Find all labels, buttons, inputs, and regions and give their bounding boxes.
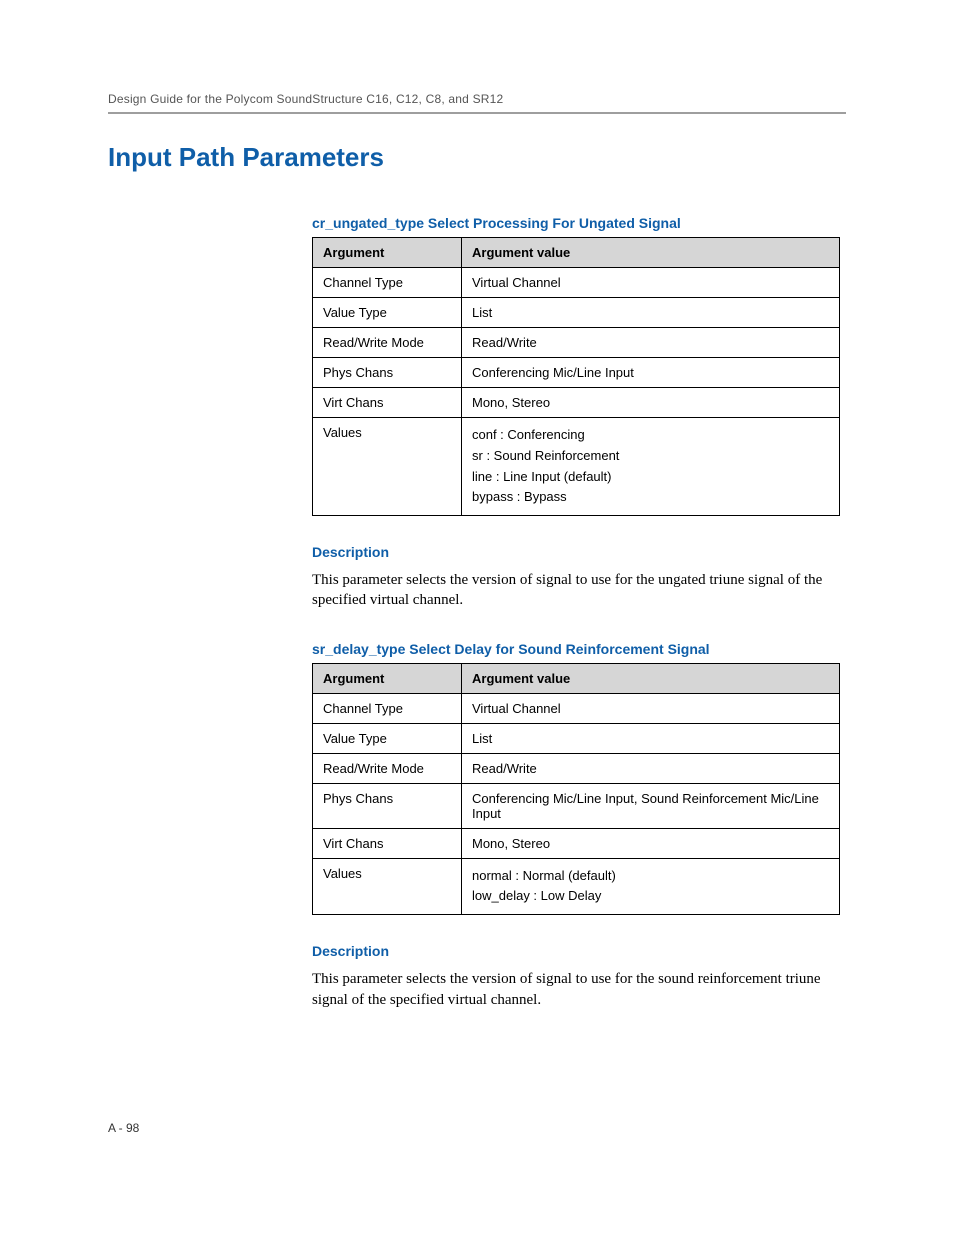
cell-key: Value Type [313, 298, 462, 328]
th-argument: Argument [313, 663, 462, 693]
section-title-cr-ungated-type: cr_ungated_type Select Processing For Un… [312, 215, 846, 231]
cell-key: Value Type [313, 723, 462, 753]
table-row: Values conf : Conferencing sr : Sound Re… [313, 418, 840, 516]
table-cr-ungated-type: Argument Argument value Channel Type Vir… [312, 237, 840, 516]
value-line: low_delay : Low Delay [472, 886, 829, 907]
description-label: Description [312, 943, 846, 959]
page-title: Input Path Parameters [108, 142, 846, 173]
section-title-sr-delay-type: sr_delay_type Select Delay for Sound Rei… [312, 641, 846, 657]
description-label: Description [312, 544, 846, 560]
table-row: Values normal : Normal (default) low_del… [313, 858, 840, 915]
cell-key: Virt Chans [313, 828, 462, 858]
value-line: conf : Conferencing [472, 425, 829, 446]
table-header-row: Argument Argument value [313, 663, 840, 693]
table-row: Virt Chans Mono, Stereo [313, 828, 840, 858]
th-argument-value: Argument value [462, 238, 840, 268]
value-line: sr : Sound Reinforcement [472, 446, 829, 467]
cell-key: Channel Type [313, 693, 462, 723]
table-row: Channel Type Virtual Channel [313, 268, 840, 298]
cell-value: Conferencing Mic/Line Input [462, 358, 840, 388]
th-argument: Argument [313, 238, 462, 268]
cell-value: Virtual Channel [462, 693, 840, 723]
header-rule [108, 112, 846, 114]
cell-key: Phys Chans [313, 783, 462, 828]
cell-value: Read/Write [462, 753, 840, 783]
cell-value: conf : Conferencing sr : Sound Reinforce… [462, 418, 840, 516]
table-row: Virt Chans Mono, Stereo [313, 388, 840, 418]
value-line: bypass : Bypass [472, 487, 829, 508]
cell-key: Channel Type [313, 268, 462, 298]
table-row: Read/Write Mode Read/Write [313, 328, 840, 358]
th-argument-value: Argument value [462, 663, 840, 693]
description-text: This parameter selects the version of si… [312, 969, 846, 1010]
cell-value: Read/Write [462, 328, 840, 358]
table-header-row: Argument Argument value [313, 238, 840, 268]
table-row: Value Type List [313, 723, 840, 753]
description-text: This parameter selects the version of si… [312, 570, 846, 611]
cell-value: Mono, Stereo [462, 388, 840, 418]
table-row: Value Type List [313, 298, 840, 328]
value-line: line : Line Input (default) [472, 467, 829, 488]
page-number: A - 98 [108, 1121, 139, 1135]
table-sr-delay-type: Argument Argument value Channel Type Vir… [312, 663, 840, 916]
cell-value: Mono, Stereo [462, 828, 840, 858]
cell-value: normal : Normal (default) low_delay : Lo… [462, 858, 840, 915]
cell-value: List [462, 723, 840, 753]
cell-value: Conferencing Mic/Line Input, Sound Reinf… [462, 783, 840, 828]
table-row: Read/Write Mode Read/Write [313, 753, 840, 783]
cell-value: List [462, 298, 840, 328]
cell-key: Read/Write Mode [313, 328, 462, 358]
value-line: normal : Normal (default) [472, 866, 829, 887]
cell-key: Read/Write Mode [313, 753, 462, 783]
table-row: Phys Chans Conferencing Mic/Line Input, … [313, 783, 840, 828]
cell-key: Values [313, 858, 462, 915]
cell-value: Virtual Channel [462, 268, 840, 298]
cell-key: Phys Chans [313, 358, 462, 388]
table-row: Phys Chans Conferencing Mic/Line Input [313, 358, 840, 388]
cell-key: Values [313, 418, 462, 516]
running-head: Design Guide for the Polycom SoundStruct… [108, 92, 846, 112]
cell-key: Virt Chans [313, 388, 462, 418]
table-row: Channel Type Virtual Channel [313, 693, 840, 723]
